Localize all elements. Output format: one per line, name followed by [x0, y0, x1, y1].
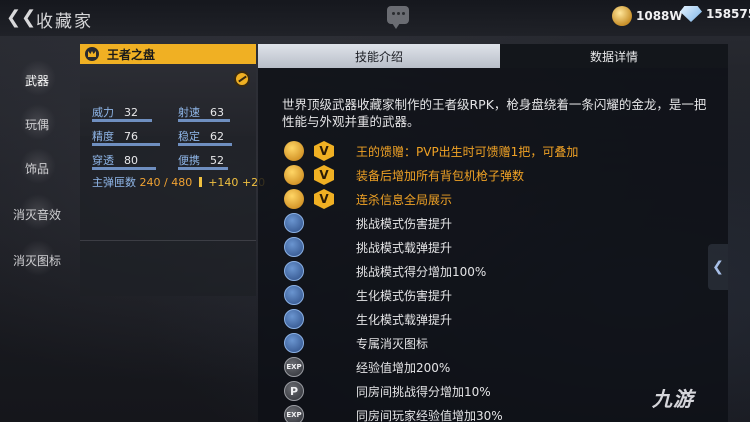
stat-bar	[178, 143, 232, 146]
perk-text: 挑战模式伤害提升	[356, 216, 453, 231]
diamond-icon	[680, 6, 702, 22]
perk-item: 挑战模式伤害提升	[284, 212, 452, 234]
perk-item: P 同房间挑战得分增加10%	[284, 380, 491, 402]
stat-bar	[92, 119, 152, 122]
perk-text: 专属消灭图标	[356, 336, 429, 351]
stat-stability: 稳定 62	[178, 128, 232, 146]
challenge-ammo-icon	[284, 237, 304, 257]
diamond-amount: 158575	[706, 7, 750, 21]
perk-text: 连杀信息全局展示	[356, 192, 453, 207]
gift-icon	[284, 141, 304, 161]
gold-currency[interactable]: 1088W	[612, 6, 683, 26]
weapon-header: 王者之盘	[80, 44, 256, 64]
zombie-ammo-icon	[284, 309, 304, 329]
v-badge-icon: V	[314, 189, 334, 209]
gold-amount: 1088W	[636, 9, 683, 23]
ammo-icon	[284, 165, 304, 185]
perk-item: 专属消灭图标	[284, 332, 428, 354]
watermark: 九游	[652, 387, 694, 411]
room-exp-icon: EXP	[284, 405, 304, 422]
skin-icon[interactable]	[234, 71, 250, 87]
perk-item: V 装备后增加所有背包机枪子弹数	[284, 164, 524, 186]
weapon-footer	[80, 240, 256, 296]
perk-text: 挑战模式得分增加100%	[356, 264, 487, 279]
stat-accuracy: 精度 76	[92, 128, 160, 146]
ammo-capacity: 主弹匣数 240 / 480 +140 +20	[92, 176, 266, 189]
stat-fire-rate: 射速 63	[178, 104, 230, 122]
v-badge-icon: V	[314, 165, 334, 185]
room-score-icon: P	[284, 381, 304, 401]
details-panel: 技能介绍 数据详情 世界顶级武器收藏家制作的王者级RPK，枪身盘绕着一条闪耀的金…	[258, 44, 728, 422]
perk-item: 挑战模式得分增加100%	[284, 260, 486, 282]
kill-icon	[284, 333, 304, 353]
perk-item: V 王的馈赠：PVP出生时可馈赠1把，可叠加	[284, 140, 578, 162]
nav-item-weapons[interactable]: 武器	[0, 58, 74, 102]
page-title: 收藏家	[36, 12, 93, 32]
tab-skills[interactable]: 技能介绍	[258, 44, 500, 68]
nav-item-dolls[interactable]: 玩偶	[0, 102, 74, 146]
tab-details[interactable]: 数据详情	[500, 44, 728, 68]
weapon-name: 王者之盘	[107, 47, 156, 62]
nav-item-kill-sounds[interactable]: 消灭音效	[0, 192, 74, 236]
stat-bar	[178, 119, 230, 122]
bullet-icon	[198, 177, 202, 187]
challenge-damage-icon	[284, 213, 304, 233]
perk-item: EXP 经验值增加200%	[284, 356, 450, 378]
perk-text: 装备后增加所有背包机枪子弹数	[356, 168, 525, 183]
nav-item-accessories[interactable]: 饰品	[0, 146, 74, 190]
perk-text: 生化模式伤害提升	[356, 288, 453, 303]
perk-item: 生化模式伤害提升	[284, 284, 452, 306]
gold-coin-icon	[612, 6, 632, 26]
back-button[interactable]: ❮❮	[6, 8, 36, 28]
stat-penetration: 穿透 80	[92, 152, 156, 170]
perk-item: EXP 同房间玩家经验值增加30%	[284, 404, 503, 422]
perk-text: 挑战模式载弹提升	[356, 240, 453, 255]
perk-text: 生化模式载弹提升	[356, 312, 453, 327]
stat-portability: 便携 52	[178, 152, 228, 170]
zombie-damage-icon	[284, 285, 304, 305]
perk-text: 同房间挑战得分增加10%	[356, 384, 491, 399]
top-bar: ❮❮ 收藏家 1088W 158575	[0, 0, 750, 36]
stat-power: 威力 32	[92, 104, 152, 122]
stat-bar	[92, 167, 156, 170]
challenge-score-icon	[284, 261, 304, 281]
perk-item: 挑战模式载弹提升	[284, 236, 452, 258]
diamond-currency[interactable]: 158575	[680, 6, 750, 22]
category-nav: 武器 玩偶 饰品 消灭音效 消灭图标	[0, 40, 74, 422]
weapon-card[interactable]: 王者之盘 威力 32 射速 63 精度 76 稳定 62 穿透 80 便携 52 主弹匣数 …	[80, 44, 265, 296]
perk-item: 生化模式载弹提升	[284, 308, 452, 330]
v-badge-icon: V	[314, 141, 334, 161]
nav-item-kill-icons[interactable]: 消灭图标	[0, 238, 74, 282]
weapon-description: 世界顶级武器收藏家制作的王者级RPK，枪身盘绕着一条闪耀的金龙，是一把性能与外观…	[282, 97, 707, 129]
stat-bar	[178, 167, 228, 170]
perk-text: 经验值增加200%	[356, 360, 451, 375]
weapon-image	[80, 64, 256, 136]
exp-icon: EXP	[284, 357, 304, 377]
perk-text: 王的馈赠：PVP出生时可馈赠1把，可叠加	[356, 144, 579, 159]
perk-text: 同房间玩家经验值增加30%	[356, 408, 503, 422]
perk-item: V 连杀信息全局展示	[284, 188, 452, 210]
kill-broadcast-icon	[284, 189, 304, 209]
collapse-handle[interactable]: ❮	[708, 244, 728, 290]
crown-icon	[85, 47, 99, 61]
chat-icon[interactable]	[387, 6, 409, 29]
stat-bar	[92, 143, 160, 146]
